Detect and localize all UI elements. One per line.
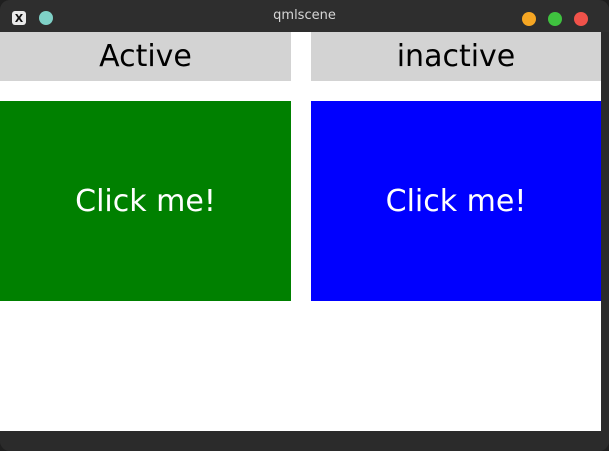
window-title: qmlscene xyxy=(273,8,336,23)
maximize-button[interactable] xyxy=(548,12,562,26)
window-border-right xyxy=(601,32,609,431)
inactive-label: inactive xyxy=(311,32,601,81)
qml-content-area: Active inactive Click me! Click me! xyxy=(0,32,601,431)
title-bar[interactable]: X qmlscene xyxy=(0,0,609,32)
app-window: X qmlscene Active inactive Click me! Cli… xyxy=(0,0,609,451)
inactive-click-button[interactable]: Click me! xyxy=(311,101,601,301)
minimize-button[interactable] xyxy=(522,12,536,26)
active-click-button[interactable]: Click me! xyxy=(0,101,291,301)
active-label: Active xyxy=(0,32,291,81)
window-border-bottom xyxy=(0,431,609,451)
close-button[interactable] xyxy=(574,12,588,26)
